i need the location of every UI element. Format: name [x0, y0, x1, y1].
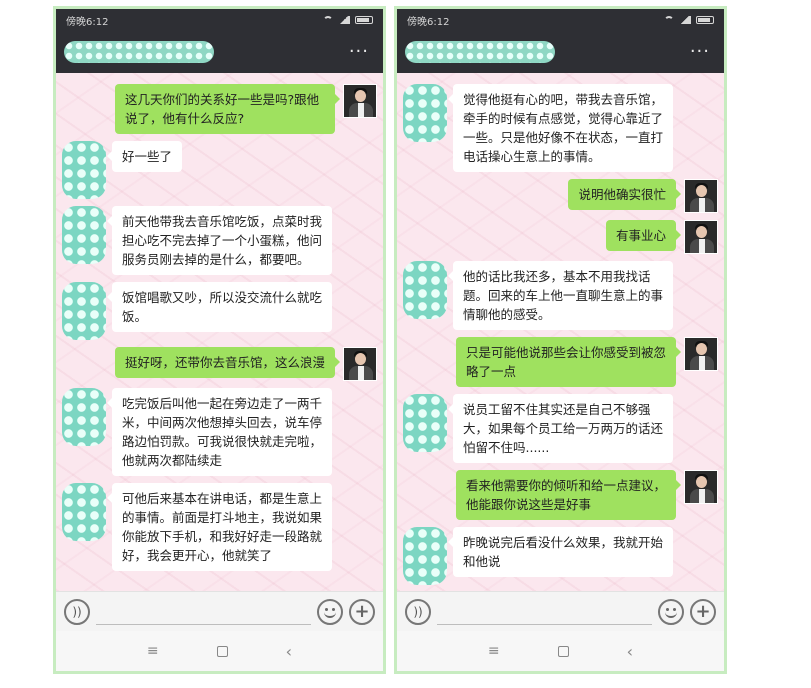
system-nav-bar: ≡ ‹ — [56, 631, 383, 671]
avatar-head — [355, 90, 366, 102]
voice-icon[interactable]: )) — [64, 598, 90, 625]
message-row-received: 前天他带我去音乐馆吃饭，点菜时我担心吃不完去掉了一个小蛋糕，他问服务员刚去掉的是… — [62, 206, 377, 275]
message-bubble[interactable]: 说明他确实很忙 — [568, 179, 681, 210]
message-row-received: 昨晚说完后看没什么效果，我就开始和他说 — [403, 527, 718, 585]
message-bubble[interactable]: 吃完饭后叫他一起在旁边走了一两千米，中间两次他想掉头回去，说车停路边怕罚款。可我… — [107, 388, 332, 476]
contact-avatar-redacted[interactable] — [403, 84, 447, 142]
more-options-icon[interactable]: ··· — [349, 43, 369, 61]
avatar-shirt — [699, 356, 705, 370]
message-bubble[interactable]: 好一些了 — [106, 141, 183, 172]
message-bubble[interactable]: 只是可能他说那些会让你感受到被忽略了一点 — [456, 337, 681, 387]
status-time: 傍晚6:12 — [407, 16, 450, 28]
message-bubble[interactable]: 这几天你们的关系好一些是吗?跟他说了，他有什么反应? — [115, 84, 340, 134]
plus-icon[interactable]: + — [690, 598, 716, 625]
contact-avatar-redacted[interactable] — [62, 282, 106, 340]
home-icon[interactable] — [557, 645, 569, 657]
avatar-shirt — [358, 366, 364, 380]
back-icon[interactable]: ‹ — [627, 642, 633, 661]
contact-avatar-redacted[interactable] — [62, 141, 106, 199]
status-bar: 傍晚6:12 — [56, 9, 383, 31]
user-avatar[interactable] — [684, 470, 718, 504]
message-row-received: 他的话比我还多，基本不用我找话题。回来的车上他一直聊生意上的事情聊他的感受。 — [403, 261, 718, 330]
avatar-head — [696, 185, 707, 197]
message-row-sent: 只是可能他说那些会让你感受到被忽略了一点 — [403, 337, 718, 387]
wifi-icon — [323, 16, 333, 24]
emoji-icon[interactable] — [658, 598, 684, 625]
user-avatar[interactable] — [343, 347, 377, 381]
message-bubble[interactable]: 饭馆唱歌又吵，所以没交流什么就吃饭。 — [107, 282, 332, 332]
user-avatar[interactable] — [343, 84, 377, 118]
plus-icon[interactable]: + — [349, 598, 375, 625]
avatar-head — [696, 476, 707, 488]
message-input[interactable] — [437, 598, 652, 625]
user-avatar[interactable] — [684, 179, 718, 213]
phone-screen-right: 傍晚6:12 ··· 觉得他挺有心的吧，带我去音乐馆，牵手的时候有点感觉，觉得心… — [394, 6, 727, 674]
message-bubble[interactable]: 他的话比我还多，基本不用我找话题。回来的车上他一直聊生意上的事情聊他的感受。 — [448, 261, 673, 330]
user-avatar[interactable] — [684, 337, 718, 371]
chat-area[interactable]: 觉得他挺有心的吧，带我去音乐馆，牵手的时候有点感觉，觉得心靠近了一些。只是他好像… — [397, 73, 724, 591]
menu-icon[interactable]: ≡ — [488, 643, 500, 659]
message-list: 这几天你们的关系好一些是吗?跟他说了，他有什么反应? 好一些了前天他带我去音乐馆吃… — [56, 73, 383, 582]
message-row-sent: 这几天你们的关系好一些是吗?跟他说了，他有什么反应? — [62, 84, 377, 134]
avatar-head — [696, 226, 707, 238]
message-bubble[interactable]: 说员工留不住其实还是自己不够强大，如果每个员工给一万两万的话还怕留不住吗....… — [448, 394, 673, 463]
avatar-shirt — [358, 103, 364, 117]
message-bubble[interactable]: 挺好呀，还带你去音乐馆，这么浪漫 — [115, 347, 340, 378]
message-bubble[interactable]: 有事业心 — [605, 220, 682, 251]
battery-icon — [355, 16, 373, 24]
status-bar: 傍晚6:12 — [397, 9, 724, 31]
chat-area[interactable]: 这几天你们的关系好一些是吗?跟他说了，他有什么反应? 好一些了前天他带我去音乐馆吃… — [56, 73, 383, 591]
contact-avatar-redacted[interactable] — [403, 394, 447, 452]
message-row-sent: 看来他需要你的倾听和给一点建议，他能跟你说这些是好事 — [403, 470, 718, 520]
message-row-received: 吃完饭后叫他一起在旁边走了一两千米，中间两次他想掉头回去，说车停路边怕罚款。可我… — [62, 388, 377, 476]
chat-title-redacted — [405, 41, 555, 63]
home-icon[interactable] — [216, 645, 228, 657]
message-row-received: 可他后来基本在讲电话，都是生意上的事情。前面是打斗地主，我说如果你能放下手机，和… — [62, 483, 377, 571]
battery-icon — [696, 16, 714, 24]
phone-screen-left: 傍晚6:12 ··· 这几天你们的关系好一些是吗?跟他说了，他有什么反应? 好一些… — [53, 6, 386, 674]
more-options-icon[interactable]: ··· — [690, 43, 710, 61]
signal-icon — [679, 16, 691, 24]
avatar-shirt — [699, 489, 705, 503]
message-bubble[interactable]: 觉得他挺有心的吧，带我去音乐馆，牵手的时候有点感觉，觉得心靠近了一些。只是他好像… — [448, 84, 673, 172]
user-avatar[interactable] — [684, 220, 718, 254]
signal-icon — [338, 16, 350, 24]
message-input[interactable] — [96, 598, 311, 625]
message-row-received: 饭馆唱歌又吵，所以没交流什么就吃饭。 — [62, 282, 377, 340]
voice-icon[interactable]: )) — [405, 598, 431, 625]
contact-avatar-redacted[interactable] — [62, 206, 106, 264]
chat-title-redacted — [64, 41, 214, 63]
avatar-shirt — [699, 198, 705, 212]
message-row-sent: 挺好呀，还带你去音乐馆，这么浪漫 — [62, 347, 377, 381]
avatar-head — [355, 353, 366, 365]
input-bar: )) + — [56, 591, 383, 631]
chat-header: ··· — [397, 31, 724, 73]
back-icon[interactable]: ‹ — [286, 642, 292, 661]
contact-avatar-redacted[interactable] — [62, 388, 106, 446]
emoji-icon[interactable] — [317, 598, 343, 625]
message-bubble[interactable]: 看来他需要你的倾听和给一点建议，他能跟你说这些是好事 — [456, 470, 681, 520]
message-row-received: 觉得他挺有心的吧，带我去音乐馆，牵手的时候有点感觉，觉得心靠近了一些。只是他好像… — [403, 84, 718, 172]
status-icons — [323, 16, 373, 24]
system-nav-bar: ≡ ‹ — [397, 631, 724, 671]
message-row-received: 好一些了 — [62, 141, 377, 199]
avatar-head — [696, 343, 707, 355]
message-bubble[interactable]: 可他后来基本在讲电话，都是生意上的事情。前面是打斗地主，我说如果你能放下手机，和… — [107, 483, 332, 571]
contact-avatar-redacted[interactable] — [62, 483, 106, 541]
message-row-sent: 说明他确实很忙 — [403, 179, 718, 213]
wifi-icon — [664, 16, 674, 24]
message-list: 觉得他挺有心的吧，带我去音乐馆，牵手的时候有点感觉，觉得心靠近了一些。只是他好像… — [397, 73, 724, 591]
status-icons — [664, 16, 714, 24]
contact-avatar-redacted[interactable] — [403, 527, 447, 585]
avatar-shirt — [699, 239, 705, 253]
chat-header: ··· — [56, 31, 383, 73]
message-row-received: 说员工留不住其实还是自己不够强大，如果每个员工给一万两万的话还怕留不住吗....… — [403, 394, 718, 463]
message-bubble[interactable]: 前天他带我去音乐馆吃饭，点菜时我担心吃不完去掉了一个小蛋糕，他问服务员刚去掉的是… — [107, 206, 332, 275]
message-bubble[interactable]: 昨晚说完后看没什么效果，我就开始和他说 — [448, 527, 673, 577]
contact-avatar-redacted[interactable] — [403, 261, 447, 319]
input-bar: )) + — [397, 591, 724, 631]
message-row-sent: 有事业心 — [403, 220, 718, 254]
menu-icon[interactable]: ≡ — [147, 643, 159, 659]
status-time: 傍晚6:12 — [66, 16, 109, 28]
